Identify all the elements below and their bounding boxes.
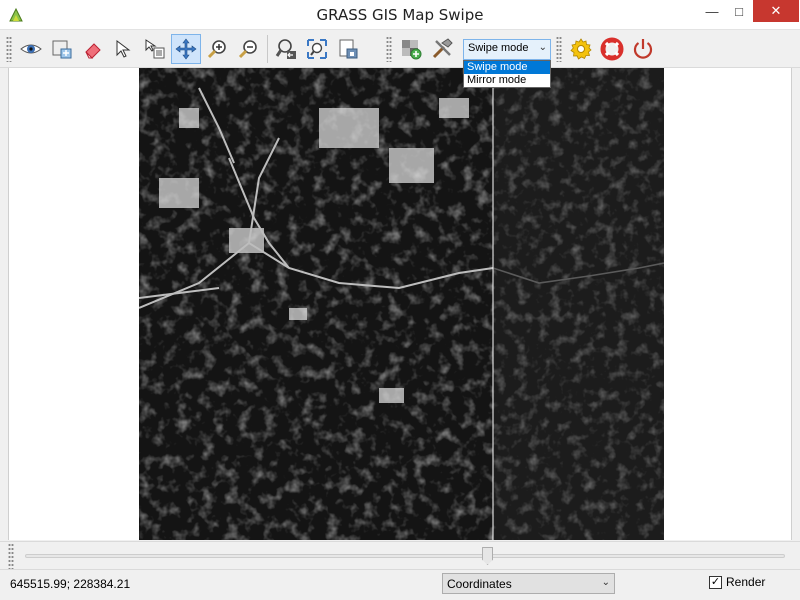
coordinates-readout: 645515.99; 228384.21 [10, 577, 131, 591]
title-bar: GRASS GIS Map Swipe — □ ✕ [0, 0, 800, 30]
swipe-slider-handle[interactable] [482, 547, 494, 565]
quit-button[interactable] [628, 34, 658, 64]
zoom-back-button[interactable] [271, 34, 301, 64]
select-query-icon [145, 39, 165, 59]
add-raster-icon [402, 40, 422, 60]
maximize-button[interactable]: □ [725, 0, 753, 22]
chevron-down-icon: ⌄ [538, 42, 547, 53]
tools-button[interactable] [427, 34, 457, 64]
render-label: Render [726, 575, 766, 589]
close-button[interactable]: ✕ [753, 0, 799, 22]
toolbar-separator [267, 35, 268, 63]
select-query-button[interactable] [140, 34, 170, 64]
render-checkbox-box[interactable]: ✓ [709, 575, 722, 589]
pan-icon [175, 38, 197, 60]
zoom-back-icon [275, 39, 296, 59]
swipe-slider-track[interactable] [25, 554, 785, 558]
slider-grip[interactable] [8, 543, 14, 569]
tools-icon [432, 38, 453, 59]
settings-button[interactable] [566, 34, 596, 64]
mode-option-swipe[interactable]: Swipe mode [464, 61, 550, 74]
map-canvas-area[interactable] [8, 68, 792, 540]
zoom-out-icon [238, 40, 257, 59]
query-layer-button[interactable] [47, 34, 77, 64]
help-lifebuoy-icon [600, 37, 624, 61]
map-display[interactable] [139, 68, 664, 540]
zoom-in-icon [207, 40, 226, 59]
minimize-button[interactable]: — [698, 0, 726, 22]
layer-tools-group [384, 32, 458, 66]
save-map-button[interactable] [333, 34, 363, 64]
satellite-map-image [139, 68, 664, 540]
save-map-icon [339, 39, 358, 59]
quit-power-icon [633, 39, 653, 59]
pointer-icon [116, 40, 131, 58]
app-tools-group [554, 32, 659, 66]
erase-display-button[interactable] [78, 34, 108, 64]
toolbar-grip-3[interactable] [556, 36, 562, 62]
render-checkbox[interactable]: ✓ Render [709, 575, 765, 589]
map-tools-group [4, 32, 364, 66]
settings-gear-icon [570, 38, 592, 60]
pan-button[interactable] [171, 34, 201, 64]
erase-display-icon [85, 43, 101, 59]
help-button[interactable] [597, 34, 627, 64]
add-raster-button[interactable] [396, 34, 426, 64]
render-map-icon [20, 44, 42, 54]
chevron-down-icon: ⌄ [601, 577, 610, 588]
zoom-out-button[interactable] [233, 34, 263, 64]
render-map-button[interactable] [16, 34, 46, 64]
zoom-in-button[interactable] [202, 34, 232, 64]
display-mode-select[interactable]: Coordinates ⌄ [442, 573, 615, 594]
zoom-extent-button[interactable] [302, 34, 332, 64]
mode-dropdown: Swipe mode Mirror mode [463, 60, 551, 88]
pointer-button[interactable] [109, 34, 139, 64]
mode-option-mirror[interactable]: Mirror mode [464, 74, 550, 87]
mode-select-value: Swipe mode [468, 42, 529, 54]
query-layer-icon [52, 40, 72, 59]
display-mode-value: Coordinates [447, 577, 512, 591]
window-title: GRASS GIS Map Swipe [316, 6, 484, 24]
toolbar-grip-2[interactable] [386, 36, 392, 62]
mode-select[interactable]: Swipe mode ⌄ [463, 39, 551, 60]
status-bar: 645515.99; 228384.21 Coordinates ⌄ ✓ Ren… [0, 569, 800, 600]
swipe-slider-bar [0, 541, 800, 569]
toolbar [0, 30, 800, 68]
toolbar-grip[interactable] [6, 36, 12, 62]
zoom-extent-icon [307, 39, 327, 59]
